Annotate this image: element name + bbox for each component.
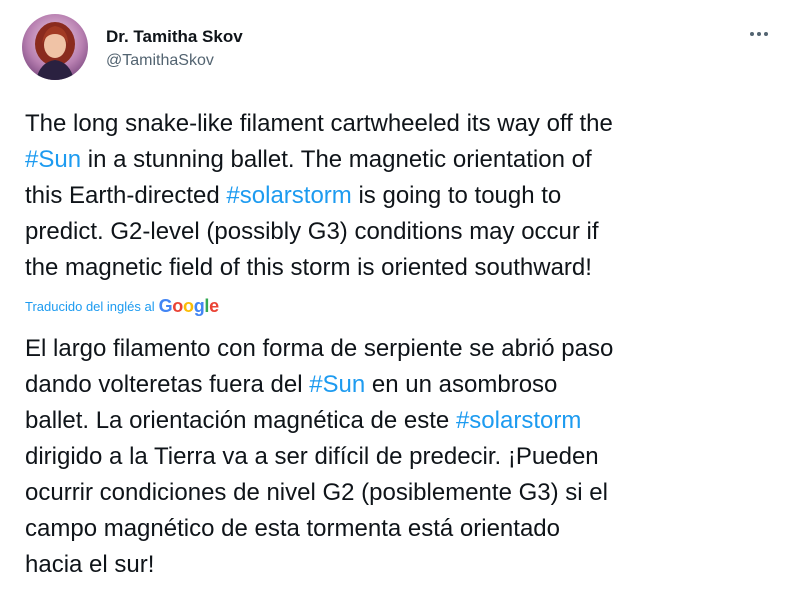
text-segment: this Earth-directed (25, 182, 227, 209)
translated-text-line: dirigido a la Tierra va a ser difícil de… (25, 439, 775, 475)
original-text-line: this Earth-directed #solarstorm is going… (25, 178, 775, 214)
text-segment: the magnetic field of this storm is orie… (25, 254, 592, 281)
google-logo-letter: o (183, 295, 194, 316)
tweet-translated-text: El largo filamento con forma de serpient… (25, 331, 775, 583)
text-segment: hacia el sur! (25, 551, 155, 578)
tweet-header: Dr. Tamitha Skov @TamithaSkov (22, 14, 782, 84)
translated-text-line: ballet. La orientación magnética de este… (25, 403, 775, 439)
translated-text-line: hacia el sur! (25, 547, 775, 583)
text-segment: in a stunning ballet. The magnetic orien… (81, 146, 592, 173)
original-text-line: The long snake-like filament cartwheeled… (25, 106, 775, 142)
avatar-image (22, 14, 88, 80)
more-horizontal-icon-dot (764, 32, 768, 36)
tweet: Dr. Tamitha Skov @TamithaSkov The long s… (0, 0, 790, 595)
google-logo-letter: e (209, 295, 219, 316)
translation-attribution-label: Traducido del inglés al (25, 298, 155, 314)
text-segment: en un asombroso (365, 371, 558, 398)
translated-text-line: El largo filamento con forma de serpient… (25, 331, 775, 367)
author-info: Dr. Tamitha Skov @TamithaSkov (106, 26, 243, 72)
google-logo-letter: g (193, 295, 205, 316)
more-horizontal-icon-dot (750, 32, 754, 36)
text-segment: is going to tough to (351, 182, 562, 209)
hashtag-link[interactable]: #Sun (25, 146, 81, 173)
original-text-line: predict. G2-level (possibly G3) conditio… (25, 214, 775, 250)
author-display-name[interactable]: Dr. Tamitha Skov (106, 26, 243, 48)
original-text-line: the magnetic field of this storm is orie… (25, 250, 775, 286)
more-horizontal-icon-dot (757, 32, 761, 36)
translation-attribution[interactable]: Traducido del inglés al Google (25, 294, 219, 318)
text-segment: The long snake-like filament cartwheeled… (25, 110, 613, 137)
avatar[interactable] (22, 14, 88, 80)
text-segment: ballet. La orientación magnética de este (25, 407, 456, 434)
text-segment: dando volteretas fuera del (25, 371, 310, 398)
more-options-button[interactable] (742, 24, 776, 44)
hashtag-link[interactable]: #Sun (309, 371, 365, 398)
hashtag-link[interactable]: #solarstorm (226, 182, 351, 209)
hashtag-link[interactable]: #solarstorm (456, 407, 581, 434)
text-segment: dirigido a la Tierra va a ser difícil de… (25, 443, 599, 470)
translated-text-line: campo magnético de esta tormenta está or… (25, 511, 775, 547)
translated-text-line: ocurrir condiciones de nivel G2 (posible… (25, 475, 775, 511)
google-logo: Google (158, 295, 220, 317)
google-logo-letter: o (172, 295, 183, 316)
original-text-line: #Sun in a stunning ballet. The magnetic … (25, 142, 775, 178)
text-segment: ocurrir condiciones de nivel G2 (posible… (25, 479, 608, 506)
text-segment: El largo filamento con forma de serpient… (25, 335, 614, 362)
translated-text-line: dando volteretas fuera del #Sun en un as… (25, 367, 775, 403)
google-logo-letter: G (158, 295, 173, 316)
author-handle[interactable]: @TamithaSkov (106, 50, 243, 72)
text-segment: campo magnético de esta tormenta está or… (25, 515, 560, 542)
text-segment: predict. G2-level (possibly G3) conditio… (25, 218, 599, 245)
tweet-original-text: The long snake-like filament cartwheeled… (25, 106, 775, 286)
